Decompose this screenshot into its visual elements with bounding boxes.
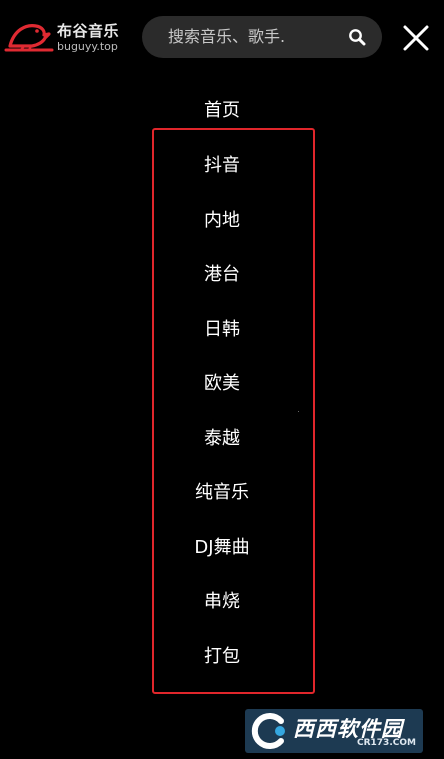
menu-item-thai-viet[interactable]: 泰越: [0, 412, 444, 467]
watermark-domain: CR173.COM: [357, 738, 416, 748]
menu-item-instrumental[interactable]: 纯音乐: [0, 466, 444, 521]
menu-item-home[interactable]: 首页: [0, 96, 444, 126]
watermark: 西西软件园 CR173.COM: [245, 709, 423, 753]
search-input[interactable]: [168, 16, 338, 58]
watermark-logo-icon: [251, 713, 285, 749]
close-icon[interactable]: [398, 20, 434, 56]
app-logo[interactable]: 布谷音乐 buguyy.top: [4, 18, 122, 56]
menu-page: 布谷音乐 buguyy.top 首页 抖音 内地 港台 日韩 欧美 泰越 纯音乐…: [0, 0, 444, 759]
bird-logo-icon: [4, 24, 54, 52]
menu-item-dj[interactable]: DJ舞曲: [0, 521, 444, 576]
menu-item-western[interactable]: 欧美: [0, 357, 444, 412]
search-icon[interactable]: [348, 28, 366, 46]
category-list: 抖音 内地 港台 日韩 欧美 泰越 纯音乐 DJ舞曲 串烧 打包: [0, 139, 444, 684]
stray-pixel: [298, 411, 299, 412]
menu-item-bundle[interactable]: 打包: [0, 630, 444, 685]
menu-item-hk-tw[interactable]: 港台: [0, 248, 444, 303]
search-bar: [142, 16, 382, 58]
logo-title: 布谷音乐: [57, 22, 120, 40]
menu-item-mainland[interactable]: 内地: [0, 194, 444, 249]
menu-item-medley[interactable]: 串烧: [0, 575, 444, 630]
menu-item-douyin[interactable]: 抖音: [0, 139, 444, 194]
menu-item-jp-kr[interactable]: 日韩: [0, 303, 444, 358]
logo-domain: buguyy.top: [57, 40, 118, 53]
